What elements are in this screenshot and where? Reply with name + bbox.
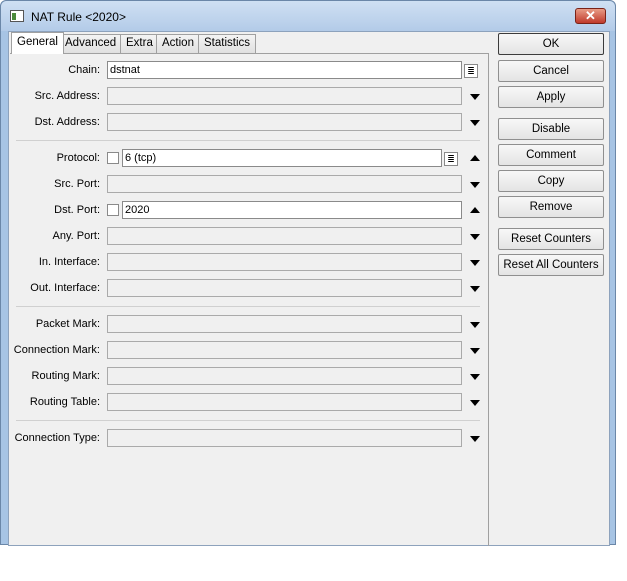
window-title: NAT Rule <2020> [31,10,126,24]
close-button[interactable]: ✕ [575,8,606,24]
connection-mark-row: Connection Mark: [10,341,488,361]
general-panel: Chain: dstnat ≣ Src. Address: Dst. Addre… [10,53,489,546]
src-address-field[interactable] [107,87,462,105]
reset-counters-button[interactable]: Reset Counters [498,228,604,250]
any-port-label: Any. Port: [52,230,100,242]
connection-mark-label: Connection Mark: [13,344,100,356]
dst-port-label: Dst. Port: [54,204,100,216]
out-interface-label: Out. Interface: [30,282,100,294]
packet-mark-label: Packet Mark: [35,318,100,330]
any-port-row: Any. Port: [10,227,488,247]
dst-address-field[interactable] [107,113,462,131]
window-app-icon [10,10,24,22]
routing-table-row: Routing Table: [10,393,488,413]
chain-row: Chain: dstnat ≣ [10,61,488,81]
any-port-field[interactable] [107,227,462,245]
window-client: General Advanced Extra Action Statistics… [8,31,610,546]
out-interface-expand-icon[interactable] [470,286,480,292]
protocol-label: Protocol: [56,152,100,164]
connection-type-expand-icon[interactable] [470,436,480,442]
comment-button[interactable]: Comment [498,144,604,166]
apply-button[interactable]: Apply [498,86,604,108]
connection-type-label: Connection Type: [14,432,100,444]
chain-dropdown-icon[interactable]: ≣ [464,64,478,78]
disable-button[interactable]: Disable [498,118,604,140]
routing-table-label: Routing Table: [29,396,100,408]
ok-button[interactable]: OK [498,33,604,55]
tab-statistics[interactable]: Statistics [198,34,257,53]
src-port-label: Src. Port: [54,178,100,190]
protocol-collapse-icon[interactable] [470,155,480,161]
nat-rule-window: NAT Rule <2020> ✕ General Advanced Extra… [0,0,616,546]
packet-mark-field[interactable] [107,315,462,333]
dst-port-row: Dst. Port: 2020 [10,201,488,221]
dst-address-row: Dst. Address: [10,113,488,133]
in-interface-expand-icon[interactable] [470,260,480,266]
src-address-row: Src. Address: [10,87,488,107]
chain-label: Chain: [68,64,100,76]
routing-mark-label: Routing Mark: [31,370,100,382]
src-port-field[interactable] [107,175,462,193]
tab-advanced[interactable]: Advanced [59,34,123,53]
routing-mark-row: Routing Mark: [10,367,488,387]
section-divider [16,306,480,307]
routing-table-field[interactable] [107,393,462,411]
dst-port-field[interactable]: 2020 [122,201,462,219]
tab-action[interactable]: Action [156,34,200,53]
remove-button[interactable]: Remove [498,196,604,218]
src-port-row: Src. Port: [10,175,488,195]
protocol-field[interactable]: 6 (tcp) [122,149,442,167]
dst-address-label: Dst. Address: [34,116,100,128]
out-interface-field[interactable] [107,279,462,297]
in-interface-field[interactable] [107,253,462,271]
section-divider [16,140,480,141]
connection-mark-field[interactable] [107,341,462,359]
dst-address-expand-icon[interactable] [470,120,480,126]
in-interface-label: In. Interface: [38,256,100,268]
cancel-button[interactable]: Cancel [498,60,604,82]
in-interface-row: In. Interface: [10,253,488,273]
connection-mark-expand-icon[interactable] [470,348,480,354]
src-address-label: Src. Address: [34,90,100,102]
out-interface-row: Out. Interface: [10,279,488,299]
chain-field[interactable]: dstnat [107,61,462,79]
connection-type-row: Connection Type: [10,429,488,449]
connection-type-field[interactable] [107,429,462,447]
routing-mark-expand-icon[interactable] [470,374,480,380]
title-bar[interactable]: NAT Rule <2020> ✕ [1,1,615,31]
packet-mark-row: Packet Mark: [10,315,488,335]
routing-table-expand-icon[interactable] [470,400,480,406]
src-port-expand-icon[interactable] [470,182,480,188]
reset-all-counters-button[interactable]: Reset All Counters [498,254,604,276]
tab-extra[interactable]: Extra [120,34,159,53]
dst-port-collapse-icon[interactable] [470,207,480,213]
protocol-row: Protocol: 6 (tcp) ≣ [10,149,488,169]
protocol-negate-checkbox[interactable] [107,152,119,164]
tab-general[interactable]: General [11,32,64,54]
section-divider [16,420,480,421]
copy-button[interactable]: Copy [498,170,604,192]
src-address-expand-icon[interactable] [470,94,480,100]
protocol-dropdown-icon[interactable]: ≣ [444,152,458,166]
packet-mark-expand-icon[interactable] [470,322,480,328]
routing-mark-field[interactable] [107,367,462,385]
dst-port-negate-checkbox[interactable] [107,204,119,216]
any-port-expand-icon[interactable] [470,234,480,240]
